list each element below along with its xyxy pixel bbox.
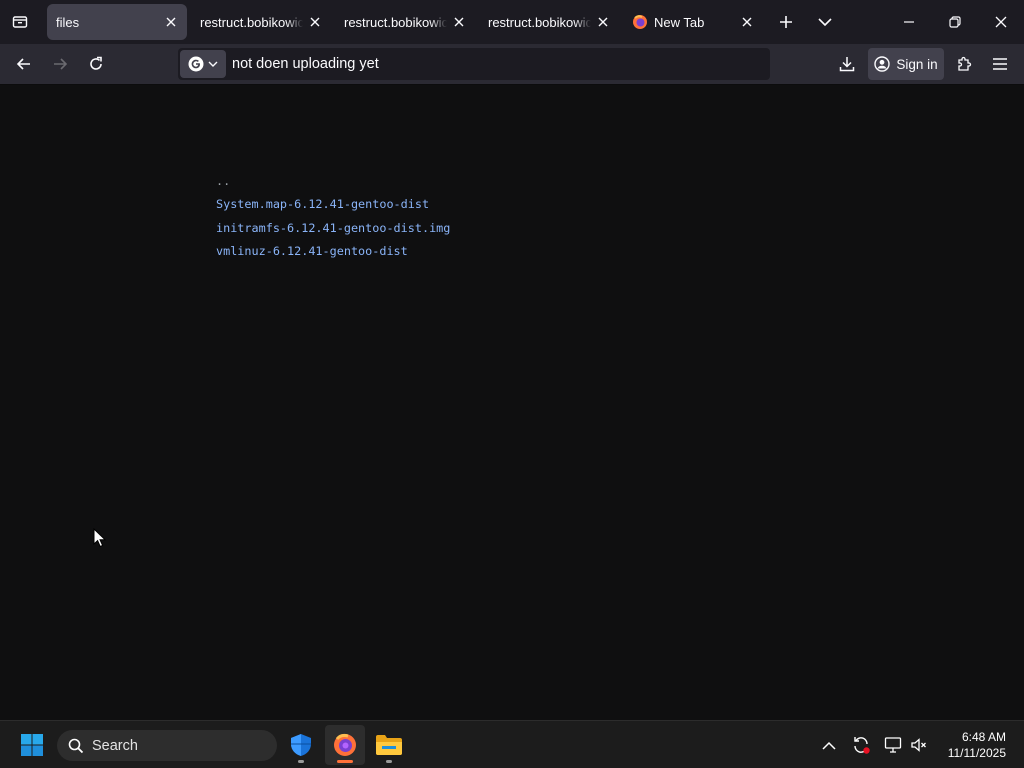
tab-close-button[interactable] [591, 10, 615, 34]
tray-sync-status[interactable] [843, 725, 879, 765]
plus-icon [780, 16, 792, 28]
sync-alert-icon [854, 737, 870, 754]
close-icon [598, 17, 608, 27]
close-icon [454, 17, 464, 27]
search-engine-button[interactable] [180, 50, 226, 78]
tab-label: restruct.bobikowice.p [200, 14, 303, 30]
close-icon [310, 17, 320, 27]
account-icon [874, 56, 891, 72]
tab-label: files [56, 14, 80, 30]
navigation-toolbar: not doen uploading yet Sign in [0, 44, 1024, 85]
minimize-button[interactable] [886, 0, 932, 44]
hamburger-menu-icon [993, 58, 1007, 70]
restore-button[interactable] [932, 0, 978, 44]
windows-taskbar: Search 6:48 AM 11/11/2025 [0, 720, 1024, 768]
reload-icon [90, 56, 102, 70]
file-link-system-map[interactable]: System.map-6.12.41-gentoo-dist [216, 197, 429, 211]
forward-button[interactable] [44, 48, 76, 80]
app-menu-button[interactable] [984, 48, 1016, 80]
tab-restruct-1[interactable]: restruct.bobikowice.p [191, 4, 331, 40]
tab-close-button[interactable] [735, 10, 759, 34]
clock-time: 6:48 AM [961, 730, 1006, 744]
firefox-view-icon [12, 16, 28, 28]
active-indicator [337, 760, 353, 763]
list-item: vmlinuz-6.12.41-gentoo-dist [216, 243, 450, 266]
firefox-icon [334, 733, 356, 756]
restore-icon [949, 16, 961, 28]
file-link-initramfs[interactable]: initramfs-6.12.41-gentoo-dist.img [216, 221, 450, 235]
downloads-button[interactable] [831, 48, 863, 80]
tab-restruct-2[interactable]: restruct.bobikowice.p [335, 4, 475, 40]
tab-close-button[interactable] [159, 10, 183, 34]
tab-strip: files restruct.bobikowice.p restruct.bob… [0, 0, 1024, 44]
tab-new-tab[interactable]: New Tab [623, 4, 763, 40]
close-window-button[interactable] [978, 0, 1024, 44]
tab-label: restruct.bobikowice.p [344, 14, 447, 30]
taskbar-search-box[interactable]: Search [57, 730, 277, 761]
folder-icon [376, 735, 402, 755]
directory-listing: .. System.map-6.12.41-gentoo-dist initra… [216, 173, 450, 266]
tab-close-button[interactable] [303, 10, 327, 34]
page-content: .. System.map-6.12.41-gentoo-dist initra… [0, 85, 1024, 720]
tab-files[interactable]: files [47, 4, 187, 40]
close-icon [166, 17, 176, 27]
taskbar-app-defender[interactable] [281, 725, 321, 765]
running-indicator [386, 760, 392, 763]
search-label: Search [92, 737, 138, 754]
minimize-icon [904, 21, 914, 23]
google-icon [188, 56, 204, 72]
firefox-icon [633, 15, 647, 29]
close-icon [995, 16, 1007, 28]
close-icon [742, 17, 752, 27]
chevron-up-icon [822, 741, 836, 750]
mouse-cursor-icon [93, 528, 107, 548]
volume-muted-icon [911, 738, 926, 752]
parent-directory-link[interactable]: .. [216, 174, 230, 188]
shield-icon [291, 734, 311, 756]
sign-in-label: Sign in [896, 56, 938, 72]
arrow-right-icon [54, 58, 68, 70]
tab-label: New Tab [654, 14, 705, 30]
list-item: .. [216, 173, 450, 196]
back-button[interactable] [8, 48, 40, 80]
chevron-down-icon [208, 61, 218, 67]
tab-restruct-3[interactable]: restruct.bobikowice.p [479, 4, 619, 40]
search-icon [68, 738, 84, 753]
puzzle-icon [958, 56, 972, 71]
taskbar-app-file-explorer[interactable] [369, 725, 409, 765]
list-item: initramfs-6.12.41-gentoo-dist.img [216, 220, 450, 243]
chevron-down-icon [818, 18, 832, 27]
list-all-tabs-button[interactable] [811, 8, 839, 36]
taskbar-app-firefox[interactable] [325, 725, 365, 765]
firefox-view-button[interactable] [6, 8, 34, 36]
running-indicator [298, 760, 304, 763]
url-input-text[interactable]: not doen uploading yet [232, 56, 379, 72]
tray-volume[interactable] [902, 725, 936, 765]
taskbar-clock[interactable]: 6:48 AM 11/11/2025 [948, 729, 1006, 761]
new-tab-button[interactable] [772, 8, 800, 36]
sign-in-button[interactable]: Sign in [868, 48, 944, 80]
windows-logo-icon [21, 734, 43, 756]
reload-button[interactable] [80, 48, 112, 80]
download-icon [839, 57, 855, 72]
start-button[interactable] [12, 725, 52, 765]
extensions-button[interactable] [948, 48, 980, 80]
tab-close-button[interactable] [447, 10, 471, 34]
file-link-vmlinuz[interactable]: vmlinuz-6.12.41-gentoo-dist [216, 244, 408, 258]
url-bar[interactable]: not doen uploading yet [178, 48, 770, 80]
tab-label: restruct.bobikowice.p [488, 14, 591, 30]
clock-date: 11/11/2025 [947, 746, 1006, 760]
list-item: System.map-6.12.41-gentoo-dist [216, 196, 450, 219]
network-icon [884, 737, 902, 753]
arrow-left-icon [16, 58, 30, 70]
